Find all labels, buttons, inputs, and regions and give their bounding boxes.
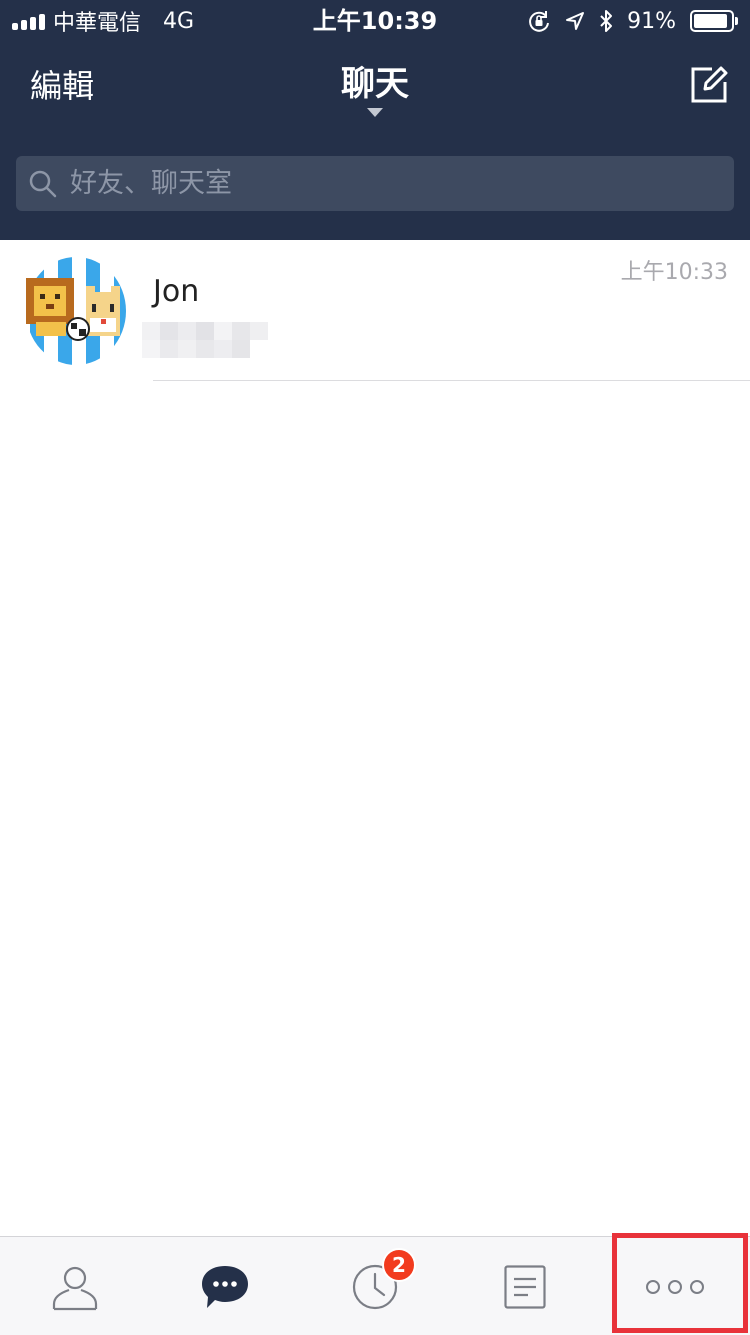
chat-preview-blurred-line2 (142, 340, 250, 358)
status-right: 91% (527, 6, 738, 36)
top-header: 中華電信 4G 上午10:39 91% 編輯 聊天 (0, 0, 750, 240)
tab-news[interactable] (450, 1237, 600, 1335)
tab-timeline[interactable] (300, 1237, 450, 1335)
battery-icon (690, 10, 738, 32)
search-icon (29, 170, 57, 198)
chat-timestamp: 上午10:33 (620, 260, 728, 285)
chat-name: Jon (153, 274, 200, 309)
avatar[interactable] (24, 256, 128, 366)
tab-friends[interactable] (0, 1237, 150, 1335)
chats-icon (202, 1265, 248, 1308)
notification-badge: 2 (382, 1248, 416, 1282)
highlight-box (612, 1233, 748, 1333)
search-input[interactable] (70, 156, 710, 211)
status-bar: 中華電信 4G 上午10:39 91% (0, 0, 750, 40)
chat-divider (153, 380, 750, 381)
edit-button[interactable]: 編輯 (30, 64, 94, 108)
chat-preview-blurred (142, 322, 268, 340)
compose-icon[interactable] (690, 66, 728, 104)
page-title[interactable]: 聊天 (275, 62, 475, 106)
bluetooth-icon (600, 10, 613, 32)
friends-icon (52, 1266, 98, 1310)
search-bar[interactable] (16, 156, 734, 211)
caret-down-icon[interactable] (367, 108, 383, 117)
rotation-lock-icon (529, 11, 550, 32)
news-icon (504, 1264, 546, 1309)
battery-percent: 91% (627, 8, 676, 34)
tab-chats[interactable] (150, 1237, 300, 1335)
location-arrow-icon (566, 12, 585, 30)
